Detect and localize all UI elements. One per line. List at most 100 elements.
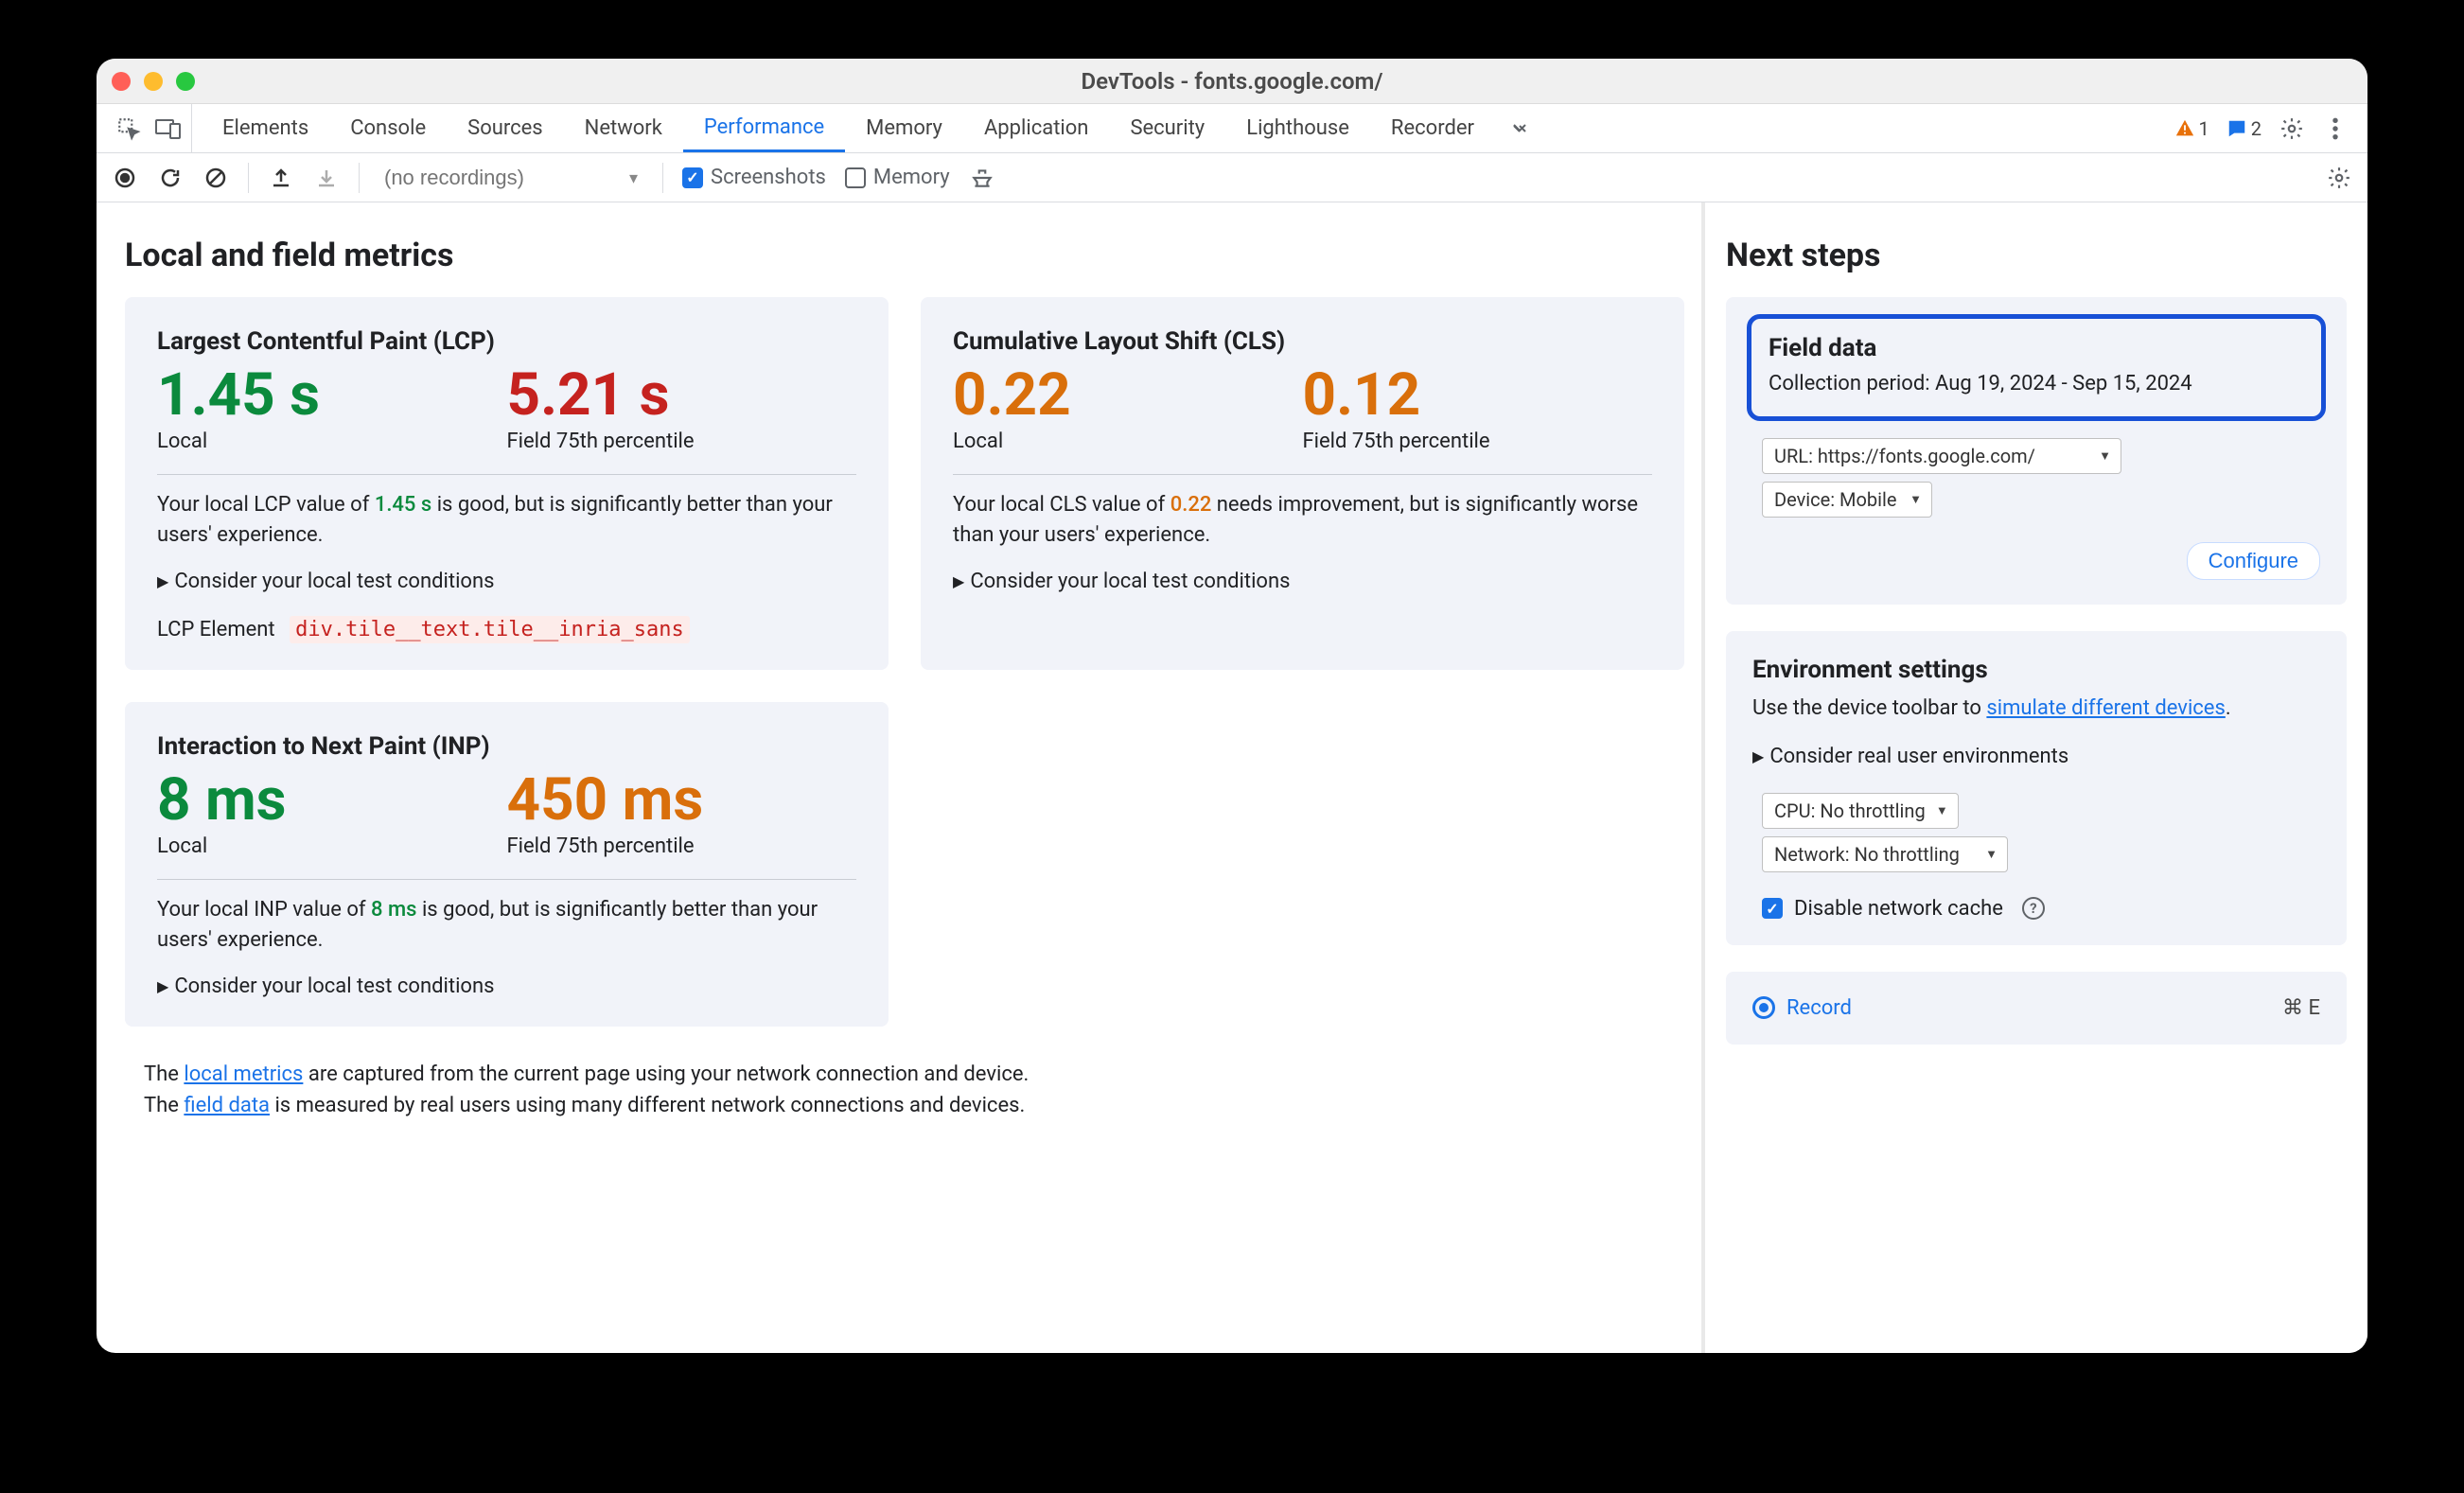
tab-application[interactable]: Application <box>963 104 1109 152</box>
settings-gear-icon[interactable] <box>2279 115 2305 142</box>
lcp-description: Your local LCP value of 1.45 s is good, … <box>157 490 856 551</box>
collection-period: Collection period: Aug 19, 2024 - Sep 15… <box>1769 370 2304 399</box>
lcp-card: Largest Contentful Paint (LCP) 1.45 s Lo… <box>125 297 889 670</box>
environment-title: Environment settings <box>1752 656 2320 684</box>
checkbox-checked-icon[interactable] <box>1762 898 1783 919</box>
field-data-title: Field data <box>1769 334 2304 362</box>
close-window-button[interactable] <box>112 72 131 91</box>
main-tabbar: Elements Console Sources Network Perform… <box>97 104 2367 153</box>
messages-indicator[interactable]: 2 <box>2226 117 2262 140</box>
tab-memory[interactable]: Memory <box>845 104 963 152</box>
panel-settings-gear-icon[interactable] <box>2326 165 2352 191</box>
tab-console[interactable]: Console <box>329 104 447 152</box>
cls-disclose[interactable]: Consider your local test conditions <box>953 570 1652 593</box>
disable-cache-label: Disable network cache <box>1794 897 2003 921</box>
inp-disclose[interactable]: Consider your local test conditions <box>157 975 856 998</box>
tab-recorder[interactable]: Recorder <box>1370 104 1495 152</box>
clear-icon[interactable] <box>202 165 229 191</box>
window-title: DevTools - fonts.google.com/ <box>97 68 2367 95</box>
recordings-select[interactable] <box>378 164 643 192</box>
screenshots-checkbox[interactable]: Screenshots <box>682 166 826 189</box>
cls-card: Cumulative Layout Shift (CLS) 0.22 Local… <box>921 297 1684 670</box>
garbage-collect-icon[interactable] <box>969 165 995 191</box>
record-icon[interactable] <box>112 165 138 191</box>
inp-local-label: Local <box>157 834 507 858</box>
lcp-element-selector: div.tile__text.tile__inria_sans <box>290 616 690 643</box>
record-panel: Record ⌘ E <box>1726 972 2347 1045</box>
cls-field-value: 0.12 <box>1303 363 1653 428</box>
lcp-local-value: 1.45 s <box>157 363 507 428</box>
record-shortcut: ⌘ E <box>2282 996 2320 1020</box>
cls-field-label: Field 75th percentile <box>1303 430 1653 453</box>
memory-checkbox[interactable]: Memory <box>845 166 950 189</box>
titlebar: DevTools - fonts.google.com/ <box>97 59 2367 104</box>
screenshots-label: Screenshots <box>711 166 826 189</box>
messages-count: 2 <box>2251 117 2262 140</box>
main-heading: Local and field metrics <box>125 237 1684 274</box>
record-button[interactable]: Record <box>1752 996 1852 1020</box>
inp-description: Your local INP value of 8 ms is good, bu… <box>157 895 856 956</box>
field-data-panel: Field data Collection period: Aug 19, 20… <box>1726 297 2347 605</box>
record-label: Record <box>1786 996 1852 1020</box>
field-data-highlight: Field data Collection period: Aug 19, 20… <box>1747 314 2326 421</box>
inp-card: Interaction to Next Paint (INP) 8 ms Loc… <box>125 702 889 1027</box>
message-icon <box>2226 118 2247 139</box>
tab-sources[interactable]: Sources <box>447 104 564 152</box>
local-metrics-link[interactable]: local metrics <box>184 1063 303 1086</box>
environment-panel: Environment settings Use the device tool… <box>1726 631 2347 945</box>
help-icon[interactable]: ? <box>2022 897 2045 920</box>
device-toolbar-icon[interactable] <box>155 115 182 142</box>
checkbox-checked-icon <box>682 167 703 188</box>
inp-field-value: 450 ms <box>507 768 857 833</box>
tab-security[interactable]: Security <box>1109 104 1225 152</box>
more-tabs-icon[interactable]: » <box>1495 104 1544 152</box>
checkbox-empty-icon <box>845 167 866 188</box>
url-select[interactable]: URL: https://fonts.google.com/ <box>1762 438 2121 474</box>
cls-description: Your local CLS value of 0.22 needs impro… <box>953 490 1652 551</box>
configure-button[interactable]: Configure <box>2187 542 2320 580</box>
lcp-element-row[interactable]: LCP Element div.tile__text.tile__inria_s… <box>157 618 856 641</box>
lcp-disclose[interactable]: Consider your local test conditions <box>157 570 856 593</box>
warning-icon <box>2174 118 2195 139</box>
tab-lighthouse[interactable]: Lighthouse <box>1225 104 1370 152</box>
side-panel: Next steps Field data Collection period:… <box>1705 202 2367 1353</box>
cls-title: Cumulative Layout Shift (CLS) <box>953 327 1652 356</box>
network-throttle-select[interactable]: Network: No throttling <box>1762 836 2008 872</box>
zoom-window-button[interactable] <box>176 72 195 91</box>
lcp-element-label: LCP Element <box>157 618 275 641</box>
record-circle-icon <box>1752 996 1775 1019</box>
simulate-devices-link[interactable]: simulate different devices <box>1986 696 2225 720</box>
warnings-indicator[interactable]: 1 <box>2174 117 2209 140</box>
inp-local-value: 8 ms <box>157 768 507 833</box>
minimize-window-button[interactable] <box>144 72 163 91</box>
tab-performance[interactable]: Performance <box>683 104 845 152</box>
metrics-footer-text: The local metrics are captured from the … <box>144 1059 1684 1121</box>
upload-icon[interactable] <box>268 165 294 191</box>
main-content: Local and field metrics Largest Contentf… <box>97 202 1705 1353</box>
chevron-down-icon <box>625 166 638 189</box>
field-data-link[interactable]: field data <box>184 1094 270 1117</box>
env-disclose[interactable]: Consider real user environments <box>1752 745 2320 768</box>
lcp-local-label: Local <box>157 430 507 453</box>
cpu-throttle-select[interactable]: CPU: No throttling <box>1762 793 1959 829</box>
cls-local-label: Local <box>953 430 1303 453</box>
memory-label: Memory <box>873 166 950 189</box>
warnings-count: 1 <box>2199 117 2209 140</box>
cls-local-value: 0.22 <box>953 363 1303 428</box>
environment-text: Use the device toolbar to simulate diffe… <box>1752 694 2320 724</box>
more-menu-icon[interactable] <box>2322 115 2349 142</box>
inspect-element-icon[interactable] <box>115 115 142 142</box>
download-icon[interactable] <box>313 165 340 191</box>
tab-elements[interactable]: Elements <box>202 104 329 152</box>
devtools-window: DevTools - fonts.google.com/ Elements Co… <box>97 59 2367 1353</box>
device-select[interactable]: Device: Mobile <box>1762 482 1932 518</box>
inp-title: Interaction to Next Paint (INP) <box>157 732 856 761</box>
panel-tabs: Elements Console Sources Network Perform… <box>202 104 1544 152</box>
lcp-field-value: 5.21 s <box>507 363 857 428</box>
tab-network[interactable]: Network <box>564 104 683 152</box>
lcp-field-label: Field 75th percentile <box>507 430 857 453</box>
inp-field-label: Field 75th percentile <box>507 834 857 858</box>
reload-icon[interactable] <box>157 165 184 191</box>
traffic-lights <box>112 72 195 91</box>
performance-toolbar: Screenshots Memory <box>97 153 2367 202</box>
